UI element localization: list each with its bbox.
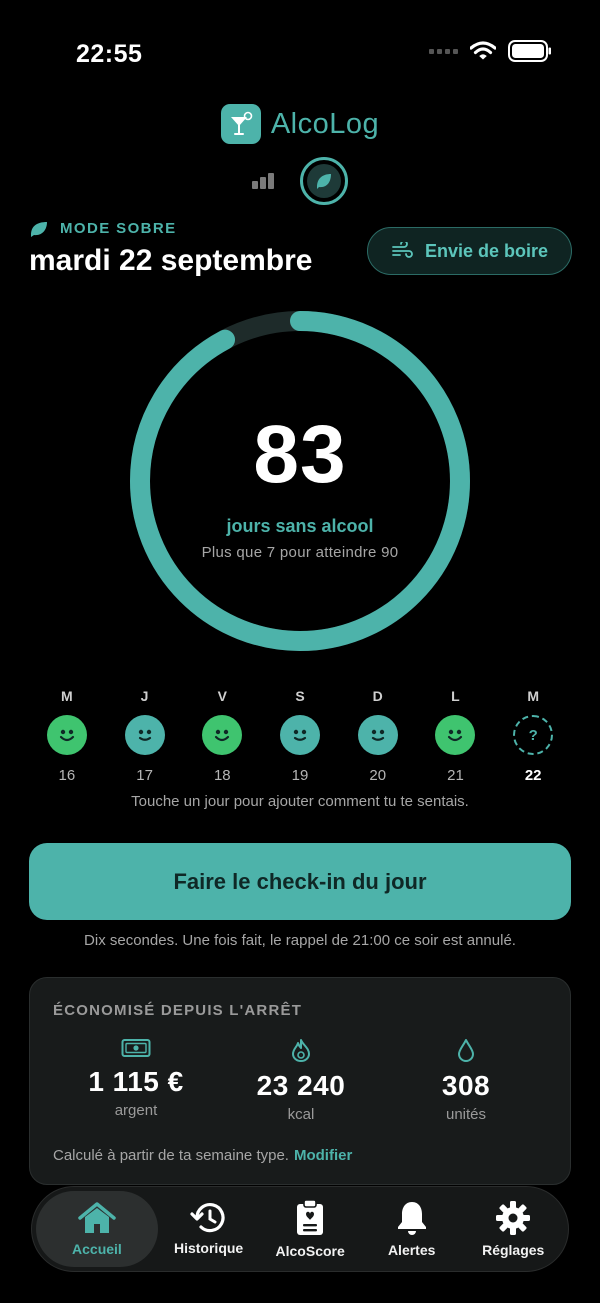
- unknown-mood-icon[interactable]: ?: [513, 715, 554, 755]
- savings-footnote-text: Calculé à partir de ta semaine type.: [53, 1147, 289, 1164]
- history-icon: [190, 1203, 225, 1233]
- wifi-icon: [470, 41, 496, 60]
- status-icons: [429, 40, 552, 62]
- day-number: 17: [136, 767, 153, 784]
- stat-units: 308 unités: [386, 1038, 546, 1123]
- tab-label: Historique: [173, 1240, 244, 1256]
- day-letter: L: [451, 688, 460, 704]
- goal-hint: Plus que 7 pour atteindre 90: [201, 544, 399, 561]
- day-letter: M: [61, 688, 73, 704]
- craving-button[interactable]: Envie de boire: [367, 227, 572, 275]
- tab-home[interactable]: Accueil: [36, 1191, 158, 1267]
- day-cell[interactable]: S 19: [261, 688, 339, 784]
- day-cell[interactable]: M 16: [28, 688, 106, 784]
- home-icon: [78, 1202, 116, 1233]
- day-cell[interactable]: L 21: [417, 688, 495, 784]
- savings-card: ÉCONOMISÉ DEPUIS L'ARRÊT 1 115 € argent …: [29, 977, 571, 1185]
- app-name: AlcoLog: [270, 107, 380, 140]
- tab-label: Alertes: [387, 1242, 436, 1258]
- tab-label: Accueil: [72, 1241, 122, 1257]
- stat-value: 1 115 €: [88, 1066, 184, 1097]
- day-cell[interactable]: J 17: [106, 688, 184, 784]
- stat-value: 23 240: [256, 1070, 346, 1101]
- checkin-note: Dix secondes. Une fois fait, le rappel d…: [84, 932, 516, 949]
- tab-label: AlcoScore: [275, 1243, 345, 1259]
- days-count: 83: [253, 409, 347, 500]
- gear-icon: [496, 1201, 531, 1235]
- money-icon: [121, 1039, 151, 1057]
- status-time: 22:55: [76, 40, 143, 68]
- day-letter: M: [527, 688, 539, 704]
- tab-settings[interactable]: Réglages: [462, 1191, 564, 1267]
- mode-label: MODE SOBRE: [30, 220, 177, 237]
- checkin-button[interactable]: Faire le check-in du jour: [29, 843, 571, 920]
- clipboard-icon: [297, 1199, 324, 1235]
- smiley-icon[interactable]: [46, 715, 87, 755]
- day-cell-today[interactable]: M ? 22: [494, 688, 572, 784]
- smiley-icon[interactable]: [280, 715, 321, 755]
- smiley-icon[interactable]: [124, 715, 165, 755]
- wind-icon: [392, 242, 413, 258]
- stat-unit: kcal: [287, 1106, 315, 1123]
- day-letter: D: [372, 688, 383, 704]
- smiley-icon[interactable]: [202, 715, 243, 755]
- sober-mode-toggle[interactable]: [300, 157, 348, 205]
- day-number: 20: [369, 767, 387, 784]
- stat-unit: unités: [445, 1106, 487, 1123]
- drop-icon: [458, 1039, 474, 1062]
- home-screen: 22:55 AlcoLog MODE SOBRE mardi 22 septem…: [0, 0, 600, 1303]
- tab-history[interactable]: Historique: [158, 1191, 260, 1267]
- week-hint: Touche un jour pour ajouter comment tu t…: [131, 793, 469, 810]
- days-label: jours sans alcool: [226, 516, 374, 536]
- stat-unit: argent: [114, 1102, 158, 1119]
- cocktail-icon: [220, 104, 261, 144]
- app-logo: AlcoLog: [0, 104, 600, 144]
- day-number: 18: [213, 767, 231, 784]
- day-cell[interactable]: V 18: [183, 688, 261, 784]
- savings-title: ÉCONOMISÉ DEPUIS L'ARRÊT: [53, 1002, 303, 1019]
- mode-label-text: MODE SOBRE: [60, 220, 177, 237]
- smiley-icon[interactable]: [435, 715, 476, 755]
- stats-mode-icon[interactable]: [252, 173, 274, 189]
- page-title: mardi 22 septembre: [29, 244, 313, 277]
- modify-link[interactable]: Modifier: [294, 1147, 352, 1164]
- mode-switch[interactable]: [0, 157, 600, 205]
- smiley-icon[interactable]: [357, 715, 398, 755]
- day-number: 19: [291, 767, 309, 784]
- tab-alerts[interactable]: Alertes: [361, 1191, 463, 1267]
- day-number: 21: [447, 767, 464, 784]
- cellular-signal-icon: [429, 48, 458, 54]
- stat-calories: 23 240 kcal: [221, 1038, 381, 1123]
- week-strip: M 16 J 17 V 18 S 19 D 20 L 21 M ? 22: [28, 688, 572, 784]
- stat-money: 1 115 € argent: [56, 1038, 216, 1119]
- craving-button-label: Envie de boire: [424, 240, 549, 261]
- day-number: 16: [58, 767, 76, 784]
- battery-icon: [508, 40, 551, 62]
- bell-icon: [397, 1202, 426, 1235]
- tab-alcoscore[interactable]: AlcoScore: [259, 1191, 361, 1267]
- day-number: 22: [524, 767, 542, 784]
- day-cell[interactable]: D 20: [339, 688, 417, 784]
- day-letter: J: [140, 688, 149, 704]
- leaf-icon: [307, 164, 341, 198]
- tab-label: Réglages: [482, 1242, 545, 1258]
- leaf-icon: [31, 221, 47, 237]
- day-letter: V: [217, 688, 227, 704]
- stat-value: 308: [441, 1070, 491, 1101]
- tab-bar: Accueil Historique AlcoScore Alertes Rég…: [31, 1186, 569, 1272]
- savings-footnote: Calculé à partir de ta semaine type. Modi…: [53, 1147, 352, 1164]
- flame-icon: [292, 1039, 310, 1062]
- day-letter: S: [295, 688, 305, 704]
